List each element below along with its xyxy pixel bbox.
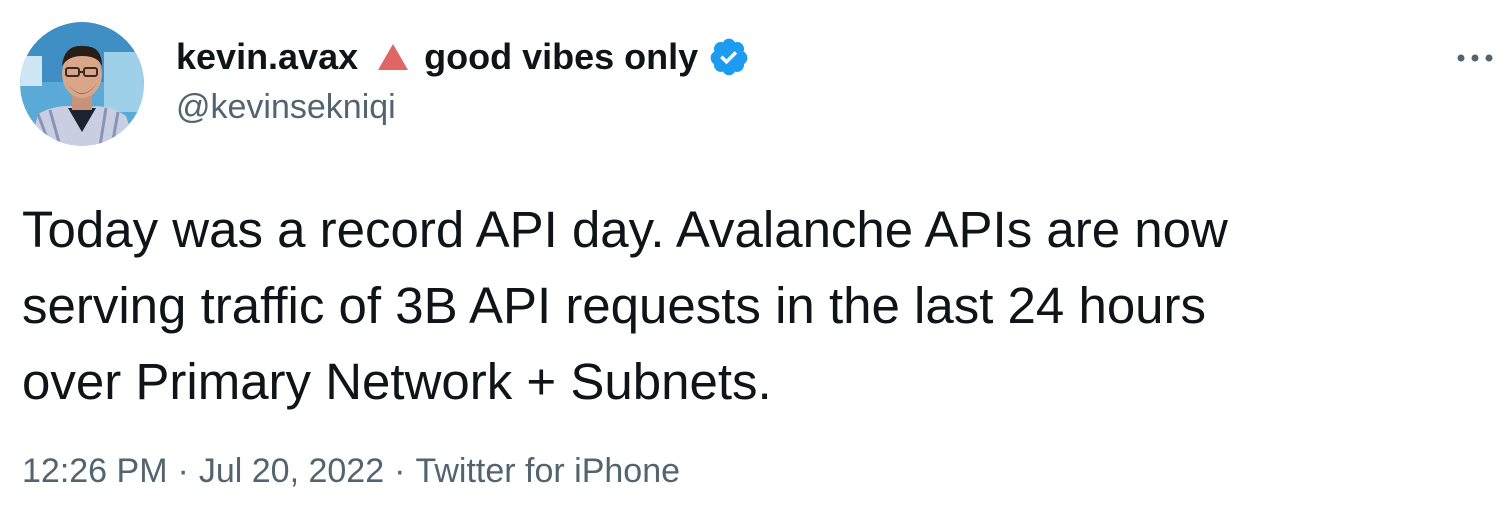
author-display-suffix[interactable]: good vibes only (424, 36, 698, 78)
tweet-timestamp-date[interactable]: Jul 20, 2022 (199, 452, 384, 490)
meta-separator: · (177, 452, 189, 490)
tweet-card: kevin.avax good vibes only @kevinsekniqi… (0, 0, 1504, 518)
tweet-timestamp-time[interactable]: 12:26 PM (22, 452, 168, 490)
avatar[interactable] (20, 22, 144, 146)
author-handle[interactable]: @kevinsekniqi (176, 88, 396, 127)
meta-separator: · (394, 452, 406, 490)
more-options-button[interactable] (1450, 40, 1500, 76)
avalanche-triangle-icon (376, 42, 410, 72)
author-display-name[interactable]: kevin.avax (176, 36, 358, 78)
author-name-row: kevin.avax good vibes only (176, 32, 750, 82)
tweet-metadata: 12:26 PM · Jul 20, 2022 · Twitter for iPhone (22, 452, 680, 491)
tweet-text: Today was a record API day. Avalanche AP… (22, 201, 1228, 410)
verified-badge-icon[interactable] (708, 36, 750, 78)
tweet-source[interactable]: Twitter for iPhone (415, 452, 680, 490)
more-horizontal-icon (1457, 54, 1493, 62)
